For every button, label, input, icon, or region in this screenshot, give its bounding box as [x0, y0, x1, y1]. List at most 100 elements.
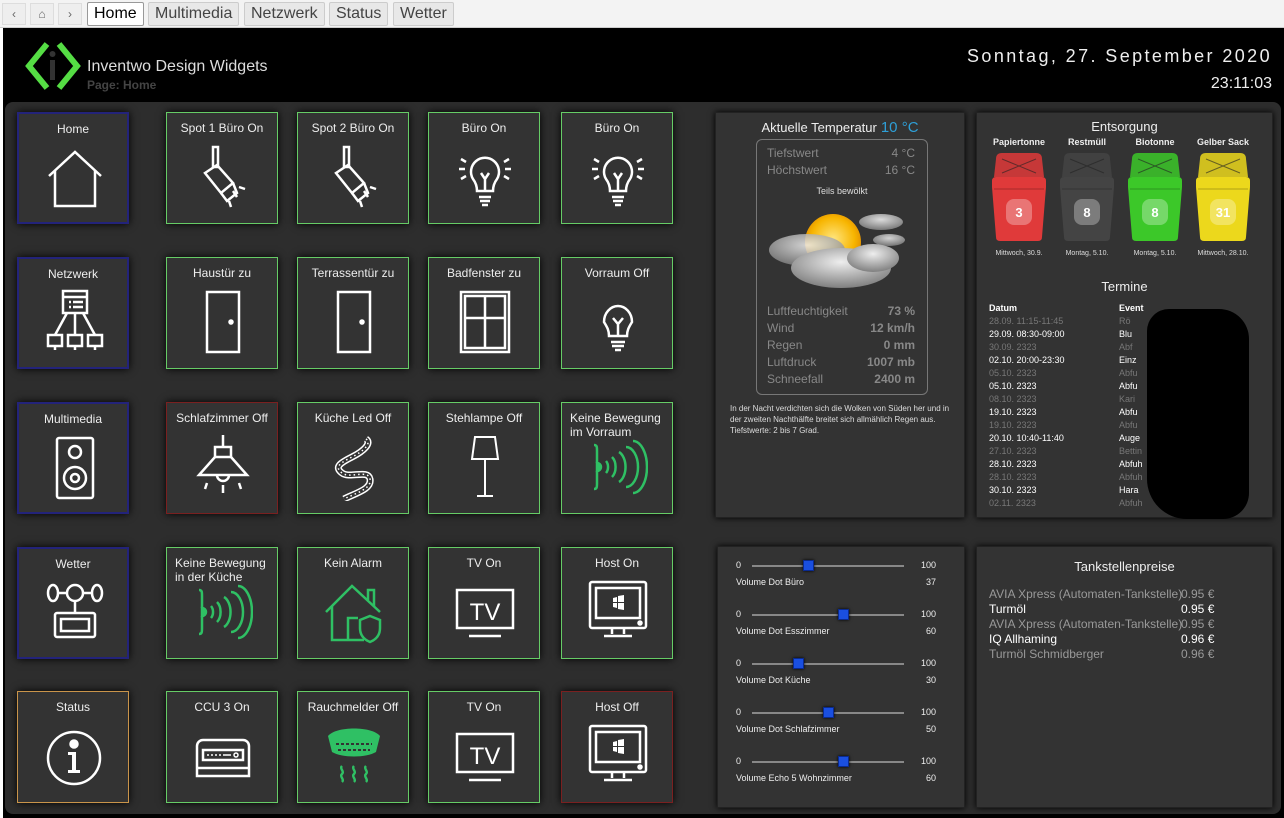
row-value: 73 % — [887, 304, 915, 318]
tile-label: Vorraum Off — [584, 266, 650, 280]
slider-thumb[interactable] — [838, 609, 850, 620]
tab-home[interactable]: Home — [87, 2, 144, 26]
tile-label: Badfenster zu — [446, 266, 522, 280]
slider-value: 37 — [925, 577, 936, 587]
bin-days: 3 — [1015, 205, 1022, 220]
slider-track[interactable] — [752, 761, 904, 763]
trash-bin-icon: 8 — [1128, 153, 1182, 241]
event-date: 28.10. 2323 — [989, 472, 1037, 482]
tile-netzwerk[interactable]: Netzwerk — [17, 257, 129, 369]
tile-rauchmelder-off[interactable]: Rauchmelder Off — [297, 691, 409, 803]
volume-slider[interactable]: 0 100 Volume Dot Schlafzimmer 50 — [736, 698, 950, 738]
slider-track[interactable] — [752, 565, 904, 567]
tile-ccu-3-on[interactable]: CCU 3 On — [166, 691, 278, 803]
row-value: 12 km/h — [870, 321, 915, 335]
tile-label: Multimedia — [43, 412, 103, 426]
bin-0: Papiertonne 3 Mittwoch, 30.9. — [989, 137, 1049, 257]
tile-label: Spot 1 Büro On — [180, 121, 264, 135]
calendar-row: 28.10. 2323 Abfuh — [989, 472, 1144, 485]
slider-track[interactable] — [752, 614, 904, 616]
tile-status[interactable]: Status — [17, 691, 129, 803]
tile-keine-bewegung-im-vorraum[interactable]: Keine Bewegung im Vorraum — [561, 402, 673, 514]
row-label: Luftfeuchtigkeit — [767, 304, 848, 318]
row-label: Regen — [767, 338, 803, 352]
event-date: 27.10. 2323 — [989, 446, 1037, 456]
tile-spot-2-büro-on[interactable]: Spot 2 Büro On — [297, 112, 409, 224]
volume-slider[interactable]: 0 100 Volume Echo 5 Wohnzimmer 60 — [736, 747, 950, 787]
tile-label: Stehlampe Off — [445, 411, 523, 425]
event-name: Hara — [1119, 485, 1139, 495]
row-value: 0 mm — [883, 338, 915, 352]
tile-host-on[interactable]: Host On — [561, 547, 673, 659]
volume-slider[interactable]: 0 100 Volume Dot Esszimmer 60 — [736, 600, 950, 640]
home-nav-button[interactable]: ⌂ — [30, 3, 54, 25]
tile-küche-led-off[interactable]: Küche Led Off — [297, 402, 409, 514]
volume-slider[interactable]: 0 100 Volume Dot Büro 37 — [736, 551, 950, 591]
slider-thumb[interactable] — [803, 560, 815, 571]
back-button[interactable]: ‹ — [2, 3, 26, 25]
weather-detail-row: Wind 12 km/h — [767, 321, 915, 337]
forward-button[interactable]: › — [58, 3, 82, 25]
tile-home[interactable]: Home — [17, 112, 129, 224]
tile-tv-on[interactable]: TV On TV — [428, 691, 540, 803]
slider-thumb[interactable] — [838, 756, 850, 767]
trash-bin-icon: 31 — [1196, 153, 1250, 241]
tile-spot-1-büro-on[interactable]: Spot 1 Büro On — [166, 112, 278, 224]
volume-slider[interactable]: 0 100 Volume Dot Küche 30 — [736, 649, 950, 689]
tab-status[interactable]: Status — [329, 2, 389, 26]
tile-multimedia[interactable]: Multimedia — [17, 402, 129, 514]
weather-detail-row: Luftfeuchtigkeit 73 % — [767, 304, 915, 320]
event-name: Abfuh — [1119, 498, 1143, 508]
tile-büro-on[interactable]: Büro On — [428, 112, 540, 224]
time-display: 23:11:03 — [1210, 75, 1272, 92]
trash-bin-icon: 3 — [992, 153, 1046, 241]
calendar-row: 28.09. 11:15-11:45 Rö — [989, 316, 1144, 329]
calendar-header: Datum Event — [989, 303, 1144, 316]
event-name: Bettin — [1119, 446, 1143, 456]
tile-label: Büro On — [594, 121, 640, 135]
row-value: 16 °C — [884, 163, 915, 177]
slider-thumb[interactable] — [823, 707, 834, 718]
disposal-panel: Entsorgung Papiertonne 3 Mittwoch, 30.9. Re… — [976, 112, 1273, 519]
calendar-row: 29.09. 08:30-09:00 Blu — [989, 329, 1144, 342]
bin-2: Biotonne 8 Montag, 5.10. — [1125, 137, 1185, 257]
tile-keine-bewegung-in-der-küche[interactable]: Keine Bewegung in der Küche — [166, 547, 278, 659]
weather-condition: Teils bewölkt — [816, 186, 868, 196]
tile-vorraum-off[interactable]: Vorraum Off — [561, 257, 673, 369]
disposal-title: Entsorgung — [1091, 119, 1158, 134]
tab-netzwerk[interactable]: Netzwerk — [244, 2, 325, 26]
event-date: 20.10. 10:40-11:40 — [989, 433, 1064, 443]
event-date: 02.10. 20:00-23:30 — [989, 355, 1065, 365]
redacted-area — [1147, 309, 1249, 519]
tab-wetter[interactable]: Wetter — [393, 2, 454, 26]
tab-multimedia[interactable]: Multimedia — [148, 2, 240, 26]
tile-haustür-zu[interactable]: Haustür zu — [166, 257, 278, 369]
tile-wetter[interactable]: Wetter — [17, 547, 129, 659]
bin-date: Mittwoch, 28.10. — [1197, 250, 1249, 257]
station-name: AVIA Xpress (Automaten-Tankstelle) — [989, 617, 1183, 631]
tile-büro-on[interactable]: Büro On — [561, 112, 673, 224]
partly-cloudy-icon — [769, 214, 905, 288]
tile-kein-alarm[interactable]: Kein Alarm — [297, 547, 409, 659]
event-date: 19.10. 2323 — [989, 407, 1037, 417]
tile-terrassentür-zu[interactable]: Terrassentür zu — [297, 257, 409, 369]
weather-row-low: Tiefstwert 4 °C — [767, 146, 915, 162]
event-name: Abfuh — [1119, 472, 1143, 482]
fuel-station-row: AVIA Xpress (Automaten-Tankstelle)0.95 € — [989, 587, 1214, 602]
tile-host-off[interactable]: Host Off — [561, 691, 673, 803]
slider-thumb[interactable] — [792, 658, 804, 669]
station-name: IQ Allhaming — [989, 632, 1058, 646]
slider-name: Volume Dot Esszimmer — [736, 626, 830, 636]
tile-label: Spot 2 Büro On — [311, 121, 395, 135]
slider-max: 100 — [920, 609, 936, 619]
fuel-list: AVIA Xpress (Automaten-Tankstelle)0.95 €… — [989, 587, 1214, 662]
slider-track[interactable] — [752, 663, 904, 665]
tile-badfenster-zu[interactable]: Badfenster zu — [428, 257, 540, 369]
tile-label: Rauchmelder Off — [307, 700, 399, 714]
app-title: Inventwo Design Widgets — [87, 58, 268, 75]
col-date: Datum — [989, 303, 1018, 313]
tile-stehlampe-off[interactable]: Stehlampe Off — [428, 402, 540, 514]
bin-name: Papiertonne — [992, 137, 1045, 147]
tile-tv-on[interactable]: TV On TV — [428, 547, 540, 659]
tile-schlafzimmer-off[interactable]: Schlafzimmer Off — [166, 402, 278, 514]
